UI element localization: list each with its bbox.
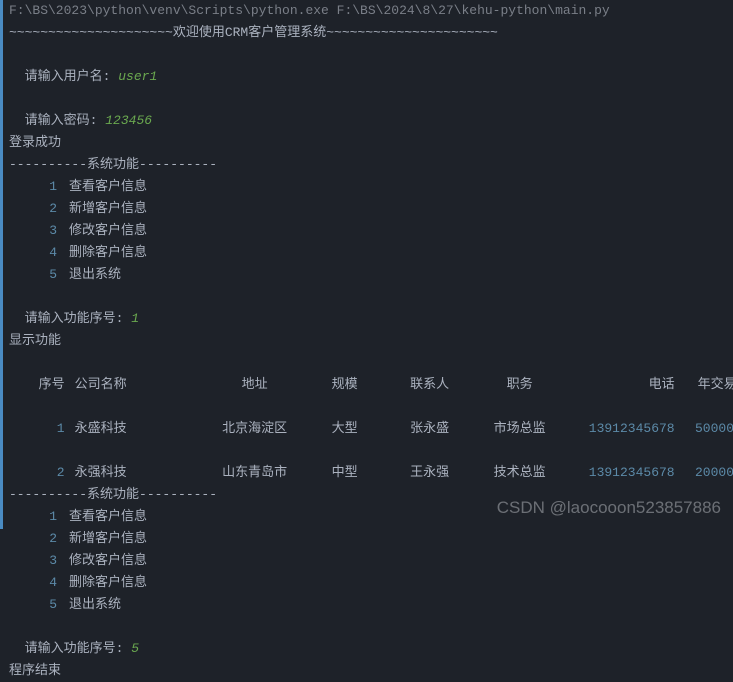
menu-divider: ----------系统功能---------- — [9, 154, 727, 176]
cell-amount: 5000000 — [675, 418, 733, 440]
menu-label: 新增客户信息 — [69, 201, 147, 216]
cell-phone: 13912345678 — [565, 418, 675, 440]
menu-item-5: 5 退出系统 — [9, 264, 727, 286]
password-prompt: 请输入密码: — [25, 113, 98, 128]
header-seq: 序号 — [25, 374, 65, 396]
menu-label: 退出系统 — [69, 597, 121, 612]
func-prompt-line-2: 请输入功能序号: 5 — [9, 616, 727, 660]
table-row: 1永盛科技北京海淀区大型张永盛市场总监139123456785000000 — [9, 396, 727, 440]
menu-num: 5 — [9, 264, 57, 286]
username-input: user1 — [118, 69, 157, 84]
password-input: 123456 — [105, 113, 152, 128]
menu-label: 退出系统 — [69, 267, 121, 282]
header-addr: 地址 — [205, 374, 305, 396]
cell-phone: 13912345678 — [565, 462, 675, 484]
menu-num: 2 — [9, 198, 57, 220]
menu-num: 5 — [9, 594, 57, 616]
menu-label: 修改客户信息 — [69, 223, 147, 238]
menu-label: 修改客户信息 — [69, 553, 147, 568]
header-amount: 年交易量 — [675, 374, 733, 396]
menu-item-4: 4 删除客户信息 — [9, 572, 727, 594]
menu-num: 3 — [9, 550, 57, 572]
password-prompt-line: 请输入密码: 123456 — [9, 88, 727, 132]
cell-seq: 1 — [25, 418, 65, 440]
table-header: 序号公司名称地址规模联系人职务电话年交易量 — [9, 352, 727, 396]
func-prompt: 请输入功能序号: — [25, 311, 124, 326]
menu-label: 查看客户信息 — [69, 509, 147, 524]
menu-label: 新增客户信息 — [69, 531, 147, 546]
table-row: 2永强科技山东青岛市中型王永强技术总监139123456782000000 — [9, 440, 727, 484]
command-path: F:\BS\2023\python\venv\Scripts\python.ex… — [9, 0, 727, 22]
header-contact: 联系人 — [385, 374, 475, 396]
menu-divider: ----------系统功能---------- — [9, 484, 727, 506]
display-title: 显示功能 — [9, 330, 727, 352]
menu-item-2: 2 新增客户信息 — [9, 198, 727, 220]
cell-company: 永盛科技 — [65, 418, 205, 440]
login-success: 登录成功 — [9, 132, 727, 154]
menu-num: 3 — [9, 220, 57, 242]
cell-job: 市场总监 — [475, 418, 565, 440]
menu-item-2: 2 新增客户信息 — [9, 528, 727, 550]
menu-label: 删除客户信息 — [69, 245, 147, 260]
func-input-1: 1 — [131, 311, 139, 326]
cell-seq: 2 — [25, 462, 65, 484]
header-scale: 规模 — [305, 374, 385, 396]
func-input-2: 5 — [131, 641, 139, 656]
cell-contact: 王永强 — [385, 462, 475, 484]
menu-item-4: 4 删除客户信息 — [9, 242, 727, 264]
header-phone: 电话 — [565, 374, 675, 396]
func-prompt: 请输入功能序号: — [25, 641, 124, 656]
menu-item-5: 5 退出系统 — [9, 594, 727, 616]
menu-num: 4 — [9, 572, 57, 594]
menu-item-3: 3 修改客户信息 — [9, 550, 727, 572]
menu-item-1: 1 查看客户信息 — [9, 176, 727, 198]
program-end: 程序结束 — [9, 660, 727, 682]
cell-scale: 大型 — [305, 418, 385, 440]
menu-label: 查看客户信息 — [69, 179, 147, 194]
menu-item-3: 3 修改客户信息 — [9, 220, 727, 242]
welcome-banner: ~~~~~~~~~~~~~~~~~~~~~欢迎使用CRM客户管理系统~~~~~~… — [9, 22, 727, 44]
menu-num: 2 — [9, 528, 57, 550]
header-job: 职务 — [475, 374, 565, 396]
username-prompt-line: 请输入用户名: user1 — [9, 44, 727, 88]
menu-item-1: 1 查看客户信息 — [9, 506, 727, 528]
menu-label: 删除客户信息 — [69, 575, 147, 590]
cell-contact: 张永盛 — [385, 418, 475, 440]
cell-addr: 北京海淀区 — [205, 418, 305, 440]
cell-amount: 2000000 — [675, 462, 733, 484]
cell-scale: 中型 — [305, 462, 385, 484]
menu-num: 4 — [9, 242, 57, 264]
menu-num: 1 — [9, 506, 57, 528]
cell-company: 永强科技 — [65, 462, 205, 484]
cell-addr: 山东青岛市 — [205, 462, 305, 484]
cell-job: 技术总监 — [475, 462, 565, 484]
header-company: 公司名称 — [65, 374, 205, 396]
func-prompt-line-1: 请输入功能序号: 1 — [9, 286, 727, 330]
menu-num: 1 — [9, 176, 57, 198]
username-prompt: 请输入用户名: — [25, 69, 111, 84]
